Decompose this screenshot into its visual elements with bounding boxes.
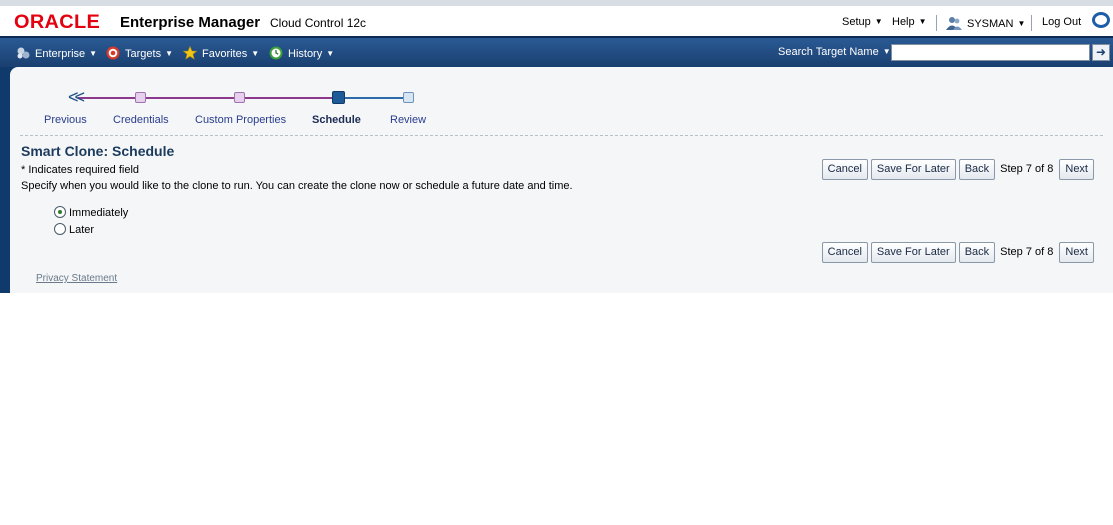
user-icon [946, 17, 962, 30]
help-menu[interactable]: Help ▼ [892, 16, 927, 28]
targets-menu[interactable]: Targets ▼ [106, 46, 173, 60]
back-button[interactable]: Back [958, 242, 996, 263]
button-bar-top: Cancel Save For Later Back Step 7 of 8 Next [819, 159, 1094, 180]
save-for-later-button[interactable]: Save For Later [870, 242, 956, 263]
train-stop-schedule [332, 91, 345, 104]
train-label-schedule: Schedule [312, 114, 361, 126]
help-menu-label: Help [892, 16, 915, 28]
wizard-panel: << Previous Credentials Custom Propertie… [10, 67, 1113, 293]
train-stop-credentials[interactable] [135, 92, 146, 103]
chevron-down-icon: ▼ [89, 49, 98, 58]
favorites-star-icon [183, 46, 197, 60]
radio-immediately[interactable]: Immediately [54, 206, 128, 219]
radio-immediately-label: Immediately [69, 207, 129, 219]
targets-icon [106, 46, 120, 60]
radio-button-checked[interactable] [54, 206, 66, 218]
train-line-pending [340, 97, 408, 99]
history-menu-label: History [288, 48, 323, 60]
page-title: Smart Clone: Schedule [21, 143, 175, 159]
train-previous-link[interactable]: Previous [44, 114, 87, 126]
setup-menu-label: Setup [842, 16, 871, 28]
user-menu-label: SYSMAN [967, 18, 1014, 30]
enterprise-menu[interactable]: Enterprise ▼ [16, 46, 97, 60]
chevron-down-icon: ▼ [251, 49, 260, 58]
favorites-menu[interactable]: Favorites ▼ [183, 46, 259, 60]
cancel-button[interactable]: Cancel [821, 159, 868, 180]
next-button[interactable]: Next [1059, 242, 1094, 263]
train-stop-custom-properties[interactable] [234, 92, 245, 103]
content-area: << Previous Credentials Custom Propertie… [0, 67, 1113, 293]
enterprise-menu-label: Enterprise [35, 48, 86, 60]
cancel-button[interactable]: Cancel [821, 242, 868, 263]
header-divider [1031, 15, 1032, 31]
radio-later-label: Later [69, 224, 95, 236]
history-menu[interactable]: History ▼ [269, 46, 334, 60]
go-arrow-icon: ➜ [1095, 45, 1107, 59]
divider [20, 135, 1103, 136]
global-nav-bar: Enterprise ▼ Targets ▼ Favorites ▼ History ▼… [0, 36, 1113, 67]
train-label-credentials[interactable]: Credentials [113, 114, 169, 126]
enterprise-icon [17, 47, 30, 59]
search-target-input[interactable] [891, 44, 1090, 61]
search-go-button[interactable]: ➜ [1092, 44, 1110, 61]
chevron-down-icon: ▼ [165, 49, 173, 58]
chevron-down-icon: ▼ [1017, 19, 1026, 28]
train-stop-review[interactable] [403, 92, 414, 103]
user-menu[interactable]: SYSMAN ▼ [946, 16, 1025, 30]
train-label-custom-properties[interactable]: Custom Properties [195, 114, 286, 126]
oracle-o-icon [1092, 12, 1110, 28]
product-name: Enterprise Manager [120, 14, 261, 31]
required-field-note: * Indicates required field [21, 164, 140, 176]
search-label: Search Target Name [778, 46, 879, 58]
train-label-review[interactable]: Review [390, 114, 426, 126]
step-indicator: Step 7 of 8 [1000, 163, 1054, 175]
step-indicator: Step 7 of 8 [1000, 246, 1054, 258]
search-target-type-dropdown[interactable]: Search Target Name ▼ [778, 46, 891, 58]
back-button[interactable]: Back [958, 159, 996, 180]
chevron-down-icon: ▼ [326, 49, 335, 58]
oracle-logo: ORACLE [14, 12, 101, 33]
product-subtitle: Cloud Control 12c [270, 16, 367, 30]
wizard-train: << Previous Credentials Custom Propertie… [10, 67, 1113, 135]
app-header: ORACLE Enterprise Manager Cloud Control … [0, 0, 1113, 36]
chevron-down-icon: ▼ [918, 17, 927, 26]
chevron-down-icon: ▼ [874, 17, 883, 26]
radio-button-unchecked[interactable] [54, 223, 66, 235]
privacy-statement-link[interactable]: Privacy Statement [36, 273, 117, 284]
logout-link[interactable]: Log Out [1042, 16, 1081, 28]
history-clock-icon [269, 46, 283, 60]
setup-menu[interactable]: Setup ▼ [842, 16, 883, 28]
save-for-later-button[interactable]: Save For Later [870, 159, 956, 180]
next-button[interactable]: Next [1059, 159, 1094, 180]
favorites-menu-label: Favorites [202, 48, 248, 60]
train-line-visited [78, 97, 340, 99]
button-bar-bottom: Cancel Save For Later Back Step 7 of 8 Next [819, 242, 1094, 263]
header-divider [936, 15, 937, 31]
instructions-text: Specify when you would like to the clone… [21, 180, 573, 192]
double-chevron-left-icon[interactable]: << [68, 87, 85, 108]
chevron-down-icon: ▼ [882, 47, 891, 56]
targets-menu-label: Targets [125, 48, 162, 60]
radio-later[interactable]: Later [54, 223, 94, 236]
